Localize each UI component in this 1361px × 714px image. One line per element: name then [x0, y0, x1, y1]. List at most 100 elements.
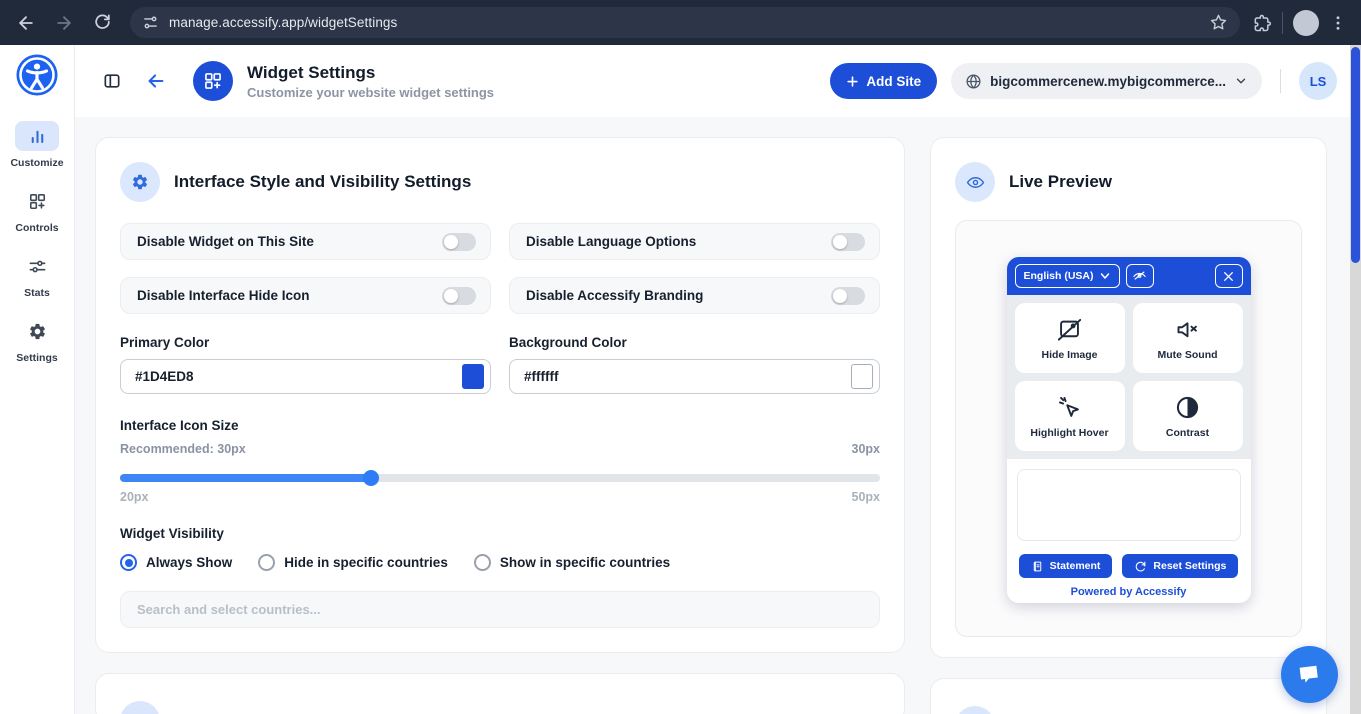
close-widget-button[interactable] [1215, 264, 1243, 288]
primary-color-input[interactable]: #1D4ED8 [120, 359, 491, 394]
contrast-icon [1174, 394, 1201, 421]
add-site-button[interactable]: Add Site [830, 63, 937, 99]
chrome-divider [1282, 12, 1283, 34]
feature-highlight-hover[interactable]: Highlight Hover [1015, 381, 1125, 451]
customize-chart-icon [15, 121, 59, 151]
background-color-input[interactable]: #ffffff [509, 359, 880, 394]
header-divider [1280, 69, 1281, 93]
browser-menu-icon[interactable] [1329, 14, 1347, 32]
sidebar-item-label: Customize [10, 157, 63, 169]
site-settings-icon[interactable] [142, 14, 159, 31]
browser-profile-avatar[interactable] [1293, 10, 1319, 36]
feature-hide-image[interactable]: Hide Image [1015, 303, 1125, 373]
toggle-disable-language: Disable Language Options [509, 223, 880, 260]
primary-color-label: Primary Color [120, 335, 491, 350]
controls-grid-icon [15, 186, 59, 216]
country-search-input[interactable] [120, 591, 880, 628]
browser-chrome: manage.accessify.app/widgetSettings [0, 0, 1361, 45]
highlight-hover-icon [1056, 394, 1083, 421]
radio-button[interactable] [258, 554, 275, 571]
feature-contrast[interactable]: Contrast [1133, 381, 1243, 451]
radio-show-in-countries[interactable]: Show in specific countries [474, 554, 670, 571]
radio-always-show[interactable]: Always Show [120, 554, 232, 571]
chat-icon [1294, 659, 1324, 689]
accessibility-widget-preview: English (USA) [1007, 257, 1251, 603]
toggle-switch[interactable] [831, 233, 865, 251]
icon-size-max: 50px [852, 490, 881, 504]
page-subtitle: Customize your website widget settings [247, 85, 494, 100]
widget-feature-grid: Hide Image Mute Sound Highlight Hover [1007, 295, 1251, 459]
slider-thumb[interactable] [363, 470, 379, 486]
card-icon-circle [955, 706, 995, 714]
browser-back-icon[interactable] [10, 7, 42, 39]
radio-hide-in-countries[interactable]: Hide in specific countries [258, 554, 448, 571]
reset-icon [1134, 560, 1147, 573]
eye-off-icon [1132, 269, 1147, 284]
extensions-icon[interactable] [1252, 13, 1272, 33]
hide-widget-button[interactable] [1126, 264, 1154, 288]
stats-sliders-icon [15, 251, 59, 281]
user-avatar[interactable]: LS [1299, 62, 1337, 100]
icon-size-slider[interactable] [120, 474, 880, 482]
toggle-switch[interactable] [442, 233, 476, 251]
primary-color-swatch[interactable] [462, 364, 484, 389]
hide-image-icon [1056, 316, 1083, 343]
icon-size-label: Interface Icon Size [120, 418, 880, 433]
statement-button[interactable]: Statement [1019, 554, 1113, 578]
chevron-down-icon [1099, 270, 1111, 282]
widget-header: English (USA) [1007, 257, 1251, 295]
bookmark-star-icon[interactable] [1209, 13, 1228, 32]
page-title: Widget Settings [247, 63, 494, 83]
sidebar-item-label: Stats [24, 287, 50, 299]
sidebar-item-controls[interactable]: Controls [15, 186, 59, 234]
scrollbar-thumb[interactable] [1351, 47, 1360, 263]
live-preview-card: Live Preview English (USA) [930, 137, 1327, 658]
widget-settings-icon [193, 61, 233, 101]
page-header: Widget Settings Customize your website w… [75, 45, 1361, 117]
sidebar-item-label: Settings [16, 352, 57, 364]
radio-button[interactable] [120, 554, 137, 571]
settings-card-title: Interface Style and Visibility Settings [174, 172, 471, 192]
reset-settings-button[interactable]: Reset Settings [1122, 554, 1238, 578]
browser-refresh-icon[interactable] [86, 7, 118, 39]
statement-icon [1031, 560, 1044, 573]
site-domain: bigcommercenew.mybigcommerce... [990, 74, 1226, 89]
sidebar-item-customize[interactable]: Customize [10, 121, 63, 169]
next-preview-card [930, 678, 1327, 714]
url-bar[interactable]: manage.accessify.app/widgetSettings [130, 7, 1240, 38]
icon-size-recommended: Recommended: 30px [120, 442, 246, 456]
radio-button[interactable] [474, 554, 491, 571]
chat-button[interactable] [1281, 646, 1338, 703]
background-color-swatch[interactable] [851, 364, 873, 389]
preview-card-title: Live Preview [1009, 172, 1112, 192]
sidebar-item-stats[interactable]: Stats [15, 251, 59, 299]
toggle-disable-hide-icon: Disable Interface Hide Icon [120, 277, 491, 314]
powered-by-link[interactable]: Powered by Accessify [1007, 586, 1251, 598]
language-selector[interactable]: English (USA) [1015, 264, 1120, 288]
toggle-switch[interactable] [831, 287, 865, 305]
icon-size-current: 30px [852, 442, 881, 456]
plus-icon [846, 75, 859, 88]
url-text[interactable]: manage.accessify.app/widgetSettings [169, 15, 397, 30]
page-scrollbar[interactable] [1350, 45, 1361, 714]
gear-icon [120, 162, 160, 202]
widget-content-area [1017, 469, 1241, 541]
mute-sound-icon [1174, 316, 1201, 343]
background-color-label: Background Color [509, 335, 880, 350]
card-icon-circle [120, 701, 160, 714]
browser-forward-icon[interactable] [48, 7, 80, 39]
settings-gear-icon [15, 316, 59, 346]
toggle-switch[interactable] [442, 287, 476, 305]
close-icon [1222, 270, 1235, 283]
visibility-label: Widget Visibility [120, 526, 880, 541]
preview-area: English (USA) [955, 220, 1302, 637]
next-settings-card [95, 673, 905, 714]
sidebar-item-label: Controls [15, 222, 58, 234]
feature-mute-sound[interactable]: Mute Sound [1133, 303, 1243, 373]
back-arrow-icon[interactable] [141, 66, 171, 96]
icon-size-min: 20px [120, 490, 149, 504]
sidebar-item-settings[interactable]: Settings [15, 316, 59, 364]
panel-toggle-icon[interactable] [97, 66, 127, 96]
accessify-logo[interactable] [15, 53, 59, 97]
site-selector[interactable]: bigcommercenew.mybigcommerce... [951, 63, 1262, 99]
